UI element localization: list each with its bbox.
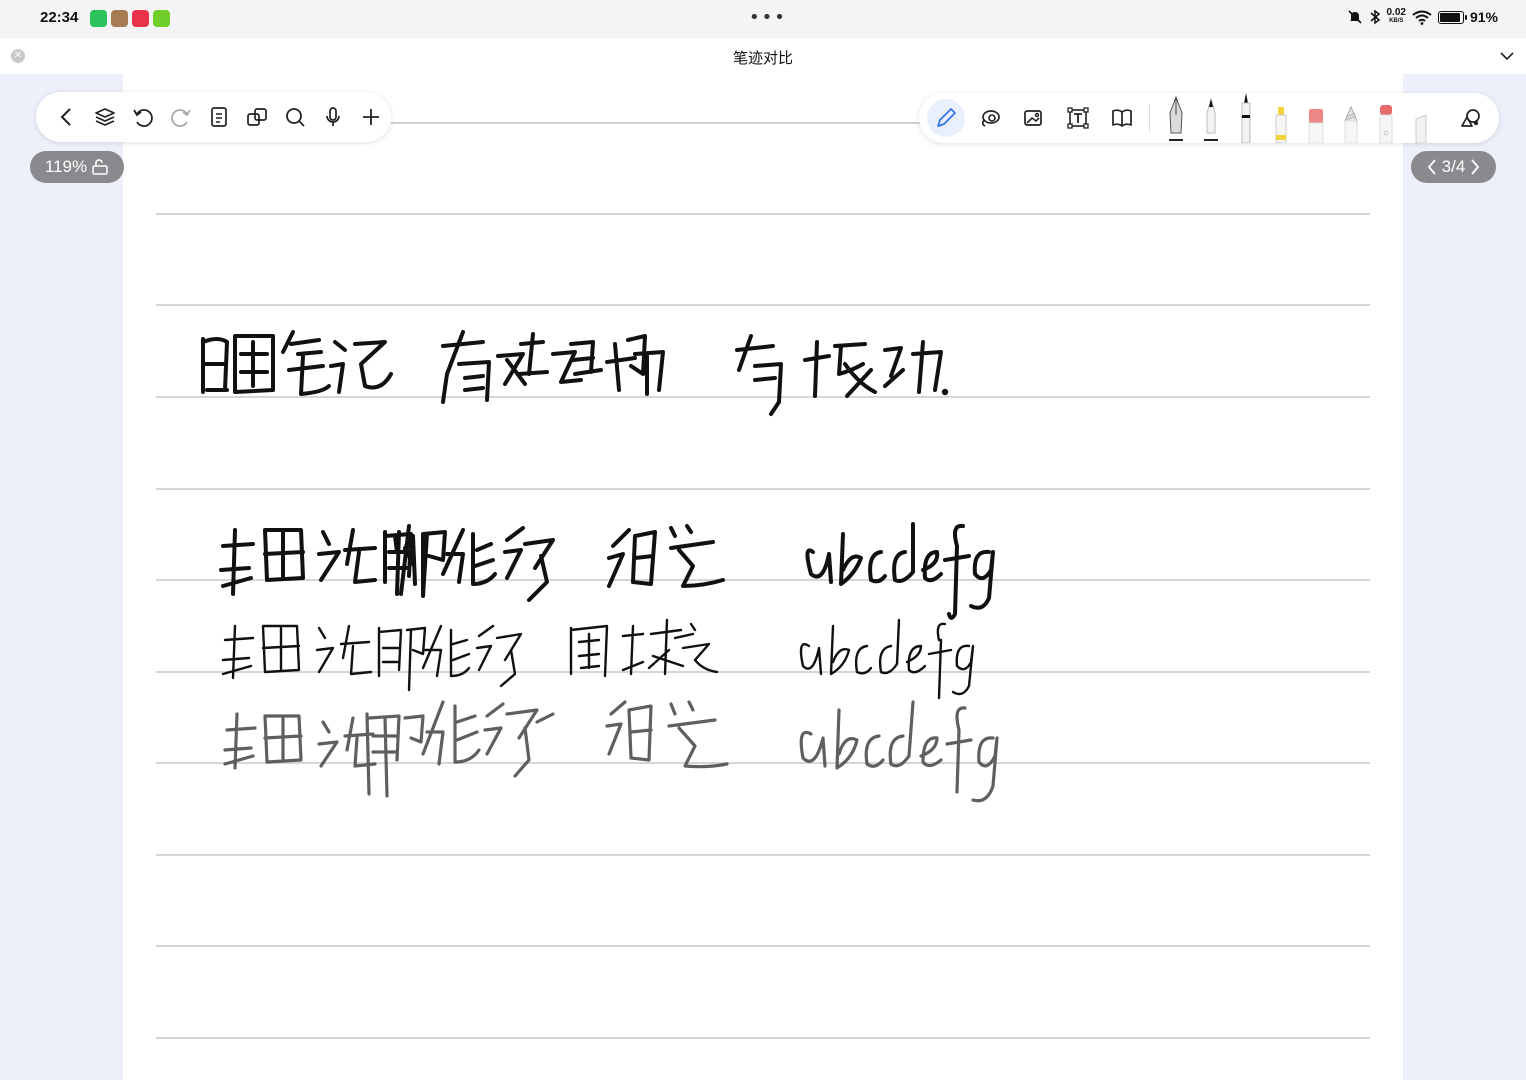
network-speed: 0.02 KB/S xyxy=(1386,7,1406,25)
wifi-icon xyxy=(1412,10,1432,25)
add-button[interactable] xyxy=(352,98,390,136)
outline-button[interactable] xyxy=(200,98,238,136)
image-button[interactable] xyxy=(1015,99,1053,137)
multitask-dots[interactable]: ••• xyxy=(749,7,787,28)
handwriting-line-4 xyxy=(223,700,999,803)
book-button[interactable] xyxy=(1103,99,1141,137)
copy-icon xyxy=(247,108,267,126)
back-button[interactable] xyxy=(48,98,86,136)
battery-percent: 91% xyxy=(1469,9,1498,25)
pencil-tool[interactable] xyxy=(1333,93,1368,143)
undo-icon xyxy=(133,109,153,127)
ballpoint-pen-icon xyxy=(1203,97,1218,141)
highlighter-icon xyxy=(1275,107,1286,143)
next-page-icon[interactable] xyxy=(1469,158,1481,176)
search-icon xyxy=(286,108,305,127)
ballpoint-pen-tool[interactable] xyxy=(1193,93,1228,143)
handwriting-line-3 xyxy=(221,618,975,700)
status-bar: 22:34 ••• 0.02 KB/S 91% xyxy=(0,0,1526,38)
ruler-tool[interactable] xyxy=(1403,93,1438,143)
redo-button[interactable] xyxy=(162,98,200,136)
text-box-button[interactable] xyxy=(1059,99,1097,137)
lasso-icon xyxy=(981,110,1000,127)
image-icon xyxy=(1024,110,1042,126)
fineliner-icon xyxy=(1241,93,1250,143)
handwriting-line-1 xyxy=(201,330,949,416)
left-toolbar xyxy=(36,92,391,142)
title-bar: ✕ 笔迹对比 xyxy=(0,38,1526,74)
microphone-icon xyxy=(326,107,340,126)
chevron-down-icon[interactable] xyxy=(1498,47,1516,65)
pencil-icon xyxy=(1343,105,1358,143)
eraser-tool[interactable] xyxy=(1368,93,1403,143)
page-number: 3/4 xyxy=(1441,157,1466,176)
marker-tool[interactable] xyxy=(1298,93,1333,143)
previous-page-icon[interactable] xyxy=(1426,158,1438,176)
mute-bell-icon xyxy=(1347,10,1362,24)
right-toolbar xyxy=(919,93,1499,143)
shapes-palette-icon xyxy=(1461,109,1480,127)
handwriting-line-2 xyxy=(219,522,995,620)
battery-icon xyxy=(1437,10,1467,24)
layers-button[interactable] xyxy=(86,98,124,136)
back-icon xyxy=(60,108,71,126)
voice-button[interactable] xyxy=(314,98,352,136)
layers-icon xyxy=(95,108,115,126)
add-icon xyxy=(363,109,379,125)
status-time: 22:34 xyxy=(40,9,79,26)
page-indicator: 3/4 xyxy=(1411,151,1496,183)
lock-open-icon xyxy=(92,159,108,175)
ruler-icon xyxy=(1415,114,1426,143)
pen-settings-button[interactable] xyxy=(1452,99,1490,137)
lasso-button[interactable] xyxy=(971,99,1009,137)
copy-button[interactable] xyxy=(238,98,276,136)
redo-icon xyxy=(171,109,191,127)
eraser-icon xyxy=(1379,105,1392,143)
highlighter-tool[interactable] xyxy=(1263,93,1298,143)
status-app-icons xyxy=(90,10,170,27)
book-icon xyxy=(1112,109,1132,127)
bluetooth-icon xyxy=(1370,9,1380,25)
text-box-icon xyxy=(1067,107,1089,129)
fineliner-tool[interactable] xyxy=(1228,93,1263,143)
outline-icon xyxy=(211,107,227,127)
note-page[interactable] xyxy=(123,74,1403,1080)
fountain-pen-tool[interactable] xyxy=(1158,93,1193,143)
undo-button[interactable] xyxy=(124,98,162,136)
zoom-level: 119% xyxy=(44,157,88,176)
zoom-indicator[interactable]: 119% xyxy=(30,151,124,183)
game-icon xyxy=(111,10,128,27)
toolbar-connector xyxy=(391,122,921,124)
pen-mode-icon xyxy=(937,108,956,127)
handwriting-drawing xyxy=(201,330,999,803)
fountain-pen-icon xyxy=(1168,95,1183,141)
pen-mode-button[interactable] xyxy=(927,99,965,137)
search-button[interactable] xyxy=(276,98,314,136)
duolingo-icon xyxy=(153,10,170,27)
marker-pink-icon xyxy=(1308,109,1323,143)
news-app-icon xyxy=(132,10,149,27)
toolbar-divider xyxy=(1149,104,1150,132)
note-title[interactable]: 笔迹对比 xyxy=(0,47,1526,68)
status-indicators: 0.02 KB/S 91% xyxy=(1347,7,1498,25)
wechat-icon xyxy=(90,10,107,27)
